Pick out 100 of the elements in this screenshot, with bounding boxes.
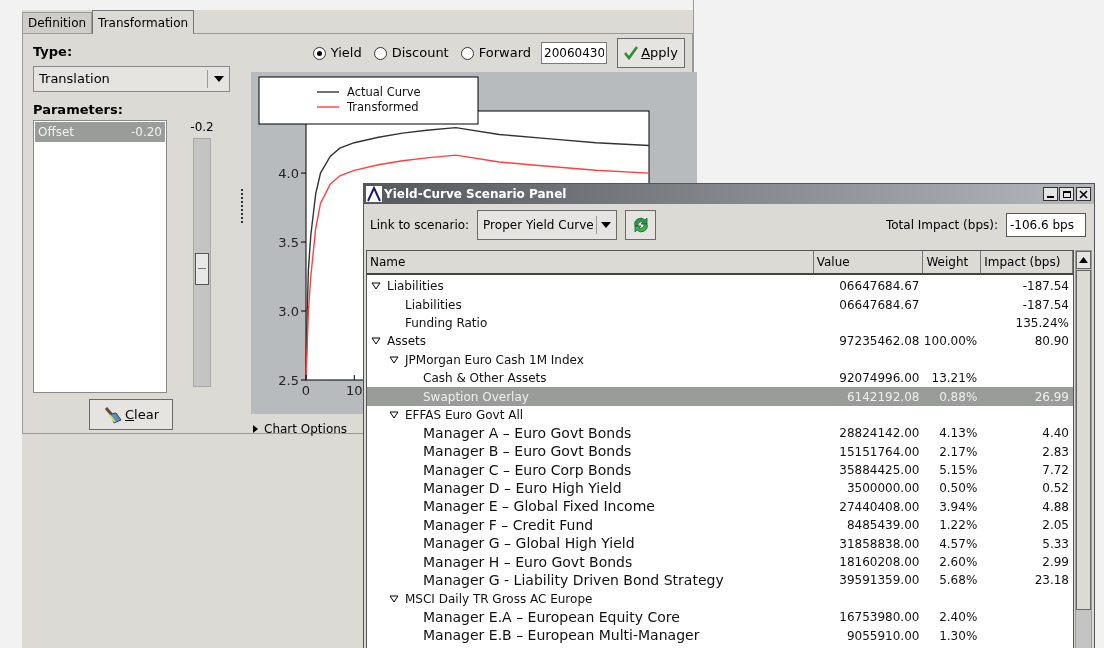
expander-icon[interactable] (389, 593, 399, 604)
row-name: Assets (387, 333, 427, 351)
legend-label: Transformed (347, 100, 419, 114)
slider-reading: -0.2 (190, 119, 214, 136)
up-arrow-icon (1079, 257, 1088, 263)
scroll-thumb[interactable] (1076, 270, 1091, 610)
minimize-button[interactable] (1043, 187, 1058, 201)
column-header[interactable]: Value (813, 251, 924, 273)
table-cell: 8485439.00 (846, 518, 920, 533)
apply-button[interactable]: Apply (617, 38, 685, 68)
row-name: Manager F – Credit Fund (423, 515, 594, 535)
table-cell: 4.88 (1042, 499, 1069, 514)
table-cell: 9055910.00 (846, 628, 920, 643)
tree-row[interactable]: EFFAS Euro Govt All (367, 405, 1073, 425)
row-name: EFFAS Euro Govt All (405, 406, 524, 424)
tree-row[interactable]: Manager C – Euro Corp Bonds 35884425.00 5.15% 7.72 (367, 460, 1073, 480)
table-cell: 2.05 (1042, 518, 1069, 533)
tree-row[interactable]: Manager G - Liability Driven Bond Strategy 39591359.00 5.68% 23.18 (367, 571, 1073, 590)
table-cell: 3500000.00 (846, 481, 920, 496)
tree-row[interactable]: JPMorgan Euro Cash 1M Index (367, 350, 1073, 369)
tree-row[interactable]: Manager G – Global High Yield 31858838.00 4.57% 5.33 (367, 534, 1073, 553)
radio-option[interactable]: Discount (373, 43, 449, 63)
table-cell: 39591359.00 (839, 573, 920, 588)
y-axis-tick: 4.0 (278, 166, 307, 182)
x-axis-tick: 0 (301, 374, 311, 398)
tree-row[interactable]: Manager H – Euro Govt Bonds 18160208.00 2.60% 2.99 (367, 552, 1073, 572)
table-cell: 1.22% (939, 518, 978, 533)
window-title: Yield-Curve Scenario Panel (384, 186, 568, 203)
tree-row[interactable]: Manager E – Global Fixed Income 27440408.00 3.94% 4.88 (367, 497, 1073, 517)
table-cell: 2.60% (939, 555, 978, 570)
caret-icon (214, 76, 224, 82)
table-cell: 27440408.00 (839, 499, 920, 514)
tree-row[interactable]: Liabilities 06647684.67 -187.54 (367, 277, 1073, 296)
row-name: Manager G - Liability Driven Bond Strategy (423, 570, 724, 590)
x-tick-label: 0 (301, 383, 311, 398)
table-cell: 2.99 (1042, 555, 1069, 570)
scroll-up-button[interactable] (1076, 251, 1091, 269)
clear-button[interactable]: Clear (89, 399, 173, 430)
chart-options-toggle[interactable]: Chart Options (251, 420, 348, 438)
tree-row[interactable]: MSCI Daily TR Gross AC Europe (367, 589, 1073, 609)
date-field[interactable]: 20060430 (541, 42, 607, 64)
table-cell: 3.94% (939, 499, 978, 514)
row-name: Manager C – Euro Corp Bonds (423, 460, 632, 480)
brush-icon (103, 404, 123, 425)
tree-row[interactable]: Manager D – Euro High Yield 3500000.00 0.50% 0.52 (367, 479, 1073, 498)
row-name: Manager E.A – European Equity Core (423, 607, 680, 627)
radio-option[interactable]: Forward (460, 43, 531, 63)
type-dropdown[interactable]: Translation (33, 66, 230, 92)
refresh-button[interactable] (625, 210, 657, 240)
y-tick-label: 3.5 (278, 235, 299, 251)
expander-icon[interactable] (389, 354, 399, 365)
column-header[interactable]: Name (367, 251, 814, 273)
slider-thumb[interactable] (195, 252, 209, 285)
row-name: Manager E.B – European Multi-Manager (423, 626, 700, 646)
total-impact-field[interactable]: -106.6 bps (1006, 213, 1086, 237)
row-name: Manager G – Global High Yield (423, 534, 635, 554)
tree-row[interactable]: Assets 97235462.08 100.00% 80.90 (367, 332, 1073, 351)
scenario-dropdown[interactable]: Proper Yield Curve (477, 210, 618, 240)
close-button[interactable] (1076, 187, 1091, 201)
row-name: Cash & Other Assets (423, 370, 547, 388)
column-header[interactable]: Impact (bps) (981, 251, 1073, 273)
tree-row[interactable]: Liabilities 06647684.67 -187.54 (367, 295, 1073, 314)
table-cell: 135.24% (1015, 315, 1069, 330)
tree-row[interactable]: Funding Ratio 135.24% (367, 313, 1073, 333)
expand-arrow-icon (253, 425, 258, 433)
tab[interactable]: Transformation (92, 10, 195, 34)
checkmark-icon (624, 46, 639, 60)
table-cell: 6142192.08 (846, 389, 920, 404)
row-name: Manager H – Euro Govt Bonds (423, 552, 633, 572)
column-header[interactable]: Weight (923, 251, 982, 273)
table-cell: -187.54 (1022, 279, 1069, 294)
scrollbar[interactable] (1075, 250, 1092, 648)
table-cell: 4.13% (939, 426, 978, 441)
table-cell: 5.33 (1042, 536, 1069, 551)
row-name: Funding Ratio (405, 314, 488, 332)
radio-option[interactable]: Yield (312, 43, 362, 63)
table-cell: 16753980.00 (839, 610, 920, 625)
tree-row[interactable]: Manager F – Credit Fund 8485439.00 1.22% 2.05 (367, 516, 1073, 535)
type-label: Type: (33, 43, 74, 60)
total-impact-label: Total Impact (bps): (885, 217, 998, 234)
tree-row[interactable]: Cash & Other Assets 92074996.00 13.21% (367, 368, 1073, 388)
table-cell: 31858838.00 (839, 536, 920, 551)
tree-row[interactable]: Manager B – Euro Govt Bonds 15151764.00 2.17% 2.83 (367, 442, 1073, 461)
expander-icon[interactable] (389, 409, 399, 420)
maximize-button[interactable] (1059, 187, 1074, 201)
y-axis-tick: 3.5 (278, 235, 307, 251)
expander-icon[interactable] (371, 281, 381, 292)
table-cell: -187.54 (1022, 297, 1069, 312)
table-cell: 28824142.00 (839, 426, 920, 441)
tree-row[interactable]: Manager A – Euro Govt Bonds 28824142.00 4.13% 4.40 (367, 424, 1073, 443)
table-cell: 1.30% (939, 628, 978, 643)
tree-row[interactable]: Manager E.B – European Multi-Manager 9055910.00 1.30% (367, 626, 1073, 645)
tab[interactable]: Definition (22, 12, 93, 33)
table-cell: 0.88% (939, 389, 978, 404)
table-cell: 18160208.00 (839, 555, 920, 570)
table-cell: 13.21% (931, 371, 978, 386)
row-name: Liabilities (387, 278, 444, 296)
tree-row[interactable]: Manager E.A – European Equity Core 16753980.00 2.40% (367, 608, 1073, 627)
expander-icon[interactable] (371, 336, 381, 347)
table-cell: 5.15% (939, 463, 978, 478)
